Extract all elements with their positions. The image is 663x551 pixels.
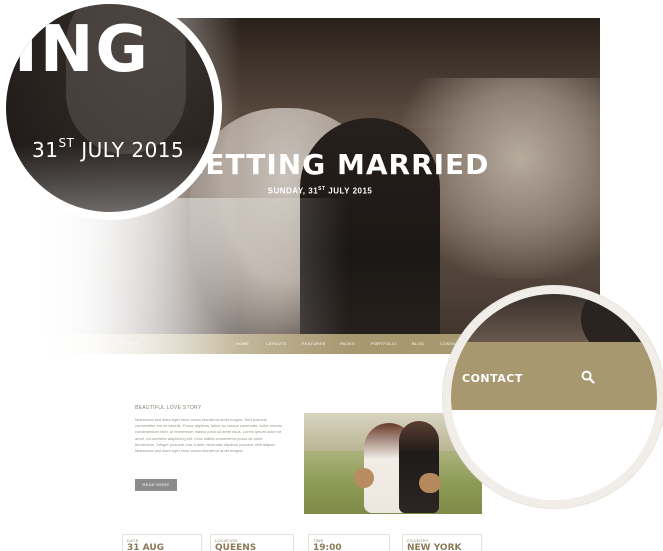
magnifier-lens: ING 31ST JULY 2015 — [6, 4, 214, 212]
magnifier-nav: CONTACT — [443, 286, 663, 508]
hero-date-suffix: JULY 2015 — [325, 186, 373, 196]
magnifier-lens: CONTACT — [451, 294, 657, 500]
magnified-title: ING — [14, 13, 150, 87]
magnified-date: 31ST JULY 2015 — [32, 136, 185, 162]
photo-dog — [354, 468, 374, 488]
magnified-date-rest: JULY 2015 — [74, 138, 185, 162]
hero-date-sup: ST — [318, 186, 326, 192]
magnified-nav-bar: CONTACT — [451, 342, 657, 410]
magnified-date-num: 31 — [32, 138, 59, 162]
magnifier-photo — [451, 294, 657, 354]
info-box-location: LOCATION QUEENS — [210, 534, 294, 551]
info-value: 19:00 — [313, 543, 342, 551]
photo-groom — [399, 421, 439, 513]
story-heading: BEAUTIFUL LOVE STORY — [135, 405, 202, 411]
magnifier-hero-title: ING 31ST JULY 2015 — [0, 0, 222, 220]
info-value: 31 AUG — [127, 543, 165, 551]
search-icon[interactable] — [581, 370, 595, 384]
info-value: QUEENS — [215, 543, 257, 551]
story-text: Maecenas sed diam eget risus varius blan… — [135, 417, 282, 454]
read-more-button[interactable]: READ MORE — [135, 479, 177, 491]
magnified-contact-link[interactable]: CONTACT — [462, 372, 523, 385]
magnified-date-sup: ST — [58, 136, 75, 150]
info-box-date: DATE 31 AUG — [122, 534, 202, 551]
info-box-time: TIME 19:00 — [308, 534, 390, 551]
info-value: NEW YORK — [407, 543, 462, 551]
photo-dog — [419, 473, 441, 493]
info-box-country: COUNTRY NEW YORK — [402, 534, 482, 551]
hero-date-prefix: SUNDAY, 31 — [267, 186, 319, 196]
